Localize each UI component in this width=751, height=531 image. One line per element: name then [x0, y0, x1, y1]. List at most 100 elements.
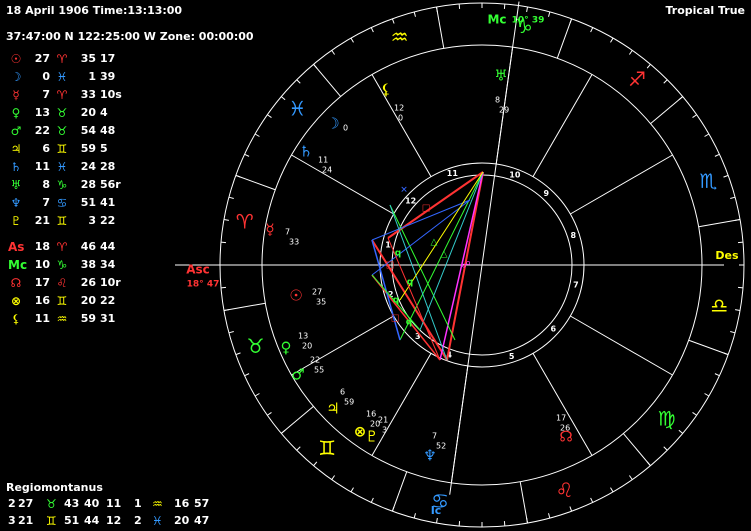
house-number: 5 — [509, 352, 515, 361]
zodiac-sign-glyph: ♍ — [658, 406, 676, 430]
sign-boundary — [698, 219, 741, 228]
degree-tick — [628, 475, 633, 480]
wheel-planet-glyph: ⚸ — [381, 81, 392, 99]
wheel-planet-degree: 7 — [432, 432, 437, 441]
house-cusp-line — [570, 315, 673, 376]
wheel-planet-degree: 11 — [318, 156, 328, 165]
degree-tick — [590, 27, 594, 33]
degree-tick — [610, 37, 614, 43]
wheel-planet-minute: 0 — [398, 114, 403, 123]
zodiac-sign-glyph: ♏ — [699, 169, 717, 193]
degree-tick — [628, 50, 633, 55]
degree-tick — [391, 18, 395, 24]
wheel-planet-glyph: ⊗ — [354, 423, 367, 441]
wheel-planet-degree: 27 — [312, 288, 322, 297]
wheel-planet-minute: 55 — [314, 366, 324, 375]
house-number: 1 — [385, 241, 391, 250]
aspect-glyph: △ — [431, 238, 438, 248]
wheel-planet-degree: 17 — [556, 414, 566, 423]
zodiac-sign-glyph: ♊ — [318, 436, 336, 460]
degree-tick — [331, 475, 336, 480]
house-number: 9 — [543, 189, 549, 198]
wheel-planet-degree: 0 — [343, 124, 348, 133]
wheel-planet-minute: 33 — [289, 238, 299, 247]
degree-tick — [735, 309, 741, 311]
degree-tick — [569, 506, 573, 512]
aspect-glyph: □ — [391, 314, 400, 324]
degree-tick — [244, 373, 250, 377]
wheel-planet-minute: 3 — [382, 426, 387, 435]
aspect-glyph: □ — [386, 261, 395, 271]
house-number: 8 — [571, 231, 577, 240]
wheel-planet-minute: 26 — [560, 424, 570, 433]
aspect-glyph: ✕ — [400, 186, 408, 196]
sign-boundary — [391, 471, 408, 512]
wheel-planet-glyph: ☉ — [289, 287, 302, 305]
aspect-glyph: q — [407, 278, 413, 288]
degree-tick — [413, 513, 416, 519]
degree-tick — [370, 497, 374, 503]
house-number: 10 — [509, 170, 521, 179]
wheel-planet-glyph: ♀ — [281, 339, 292, 357]
wheel-planet-glyph: ♂ — [291, 366, 304, 384]
degree-tick — [350, 37, 354, 43]
zodiac-sign-glyph: ♉ — [247, 334, 265, 358]
degree-tick — [646, 63, 651, 69]
sign-boundary — [623, 433, 651, 467]
wheel-planet-minute: 35 — [316, 298, 326, 307]
wheel-planet-glyph: ♇ — [365, 428, 378, 446]
wheel-planet-minute: 59 — [344, 398, 354, 407]
degree-tick — [313, 461, 318, 467]
degree-tick — [714, 153, 720, 157]
house-cusp-line — [570, 154, 673, 215]
chart-window: 18 April 1906 Time:13:13:00 37:47:00 N 1… — [0, 0, 751, 531]
aspect-glyph: q — [406, 318, 412, 328]
degree-tick — [235, 352, 241, 356]
mc-ic-axis — [449, 1, 520, 495]
horoscope-wheel: ♑♒♓♈♉♊♋ ♌♍♎♏♐1234 56789101112Asc18° 47DesM… — [175, 1, 745, 528]
zodiac-sign-glyph: ♎ — [710, 293, 728, 317]
zodiac-sign-glyph: ♒ — [391, 25, 409, 49]
wheel-planet-degree: 7 — [285, 228, 290, 237]
wheel-planet-glyph: ☽ — [326, 115, 339, 133]
degree-tick — [370, 27, 374, 33]
wheel-planet-minute: 29 — [499, 106, 509, 115]
degree-tick — [692, 114, 697, 119]
degree-tick — [331, 50, 336, 55]
degree-tick — [267, 411, 272, 416]
degree-tick — [678, 429, 684, 434]
zodiac-sign-glyph: ♌ — [555, 478, 573, 502]
degree-tick — [714, 373, 720, 377]
wheel-planet-glyph: ☿ — [265, 221, 274, 239]
wheel-planet-degree: 16 — [366, 410, 376, 419]
house-number: 11 — [447, 169, 459, 178]
degree-tick — [548, 513, 551, 519]
wheel-planet-degree: 8 — [495, 96, 500, 105]
degree-tick — [730, 331, 736, 334]
sign-boundary — [556, 18, 573, 59]
wheel-planet-degree: 22 — [310, 356, 320, 365]
sign-boundary — [688, 339, 729, 356]
degree-tick — [280, 96, 286, 101]
degree-tick — [244, 153, 250, 157]
wheel-planet-degree: 6 — [340, 388, 345, 397]
degree-tick — [296, 79, 301, 84]
house-number: 7 — [573, 280, 579, 289]
wheel-planet-minute: 20 — [302, 342, 312, 351]
sign-boundary — [313, 63, 341, 97]
aspect-glyph: □ — [422, 204, 431, 214]
asc-label: Asc — [186, 263, 210, 277]
degree-tick — [436, 518, 438, 524]
sign-boundary — [235, 174, 276, 191]
degree-tick — [228, 331, 234, 334]
wheel-planet-glyph: ♅ — [494, 67, 507, 85]
degree-tick — [590, 497, 594, 503]
degree-tick — [663, 446, 668, 451]
wheel-planet-glyph: ♃ — [326, 400, 339, 418]
degree-tick — [254, 133, 260, 137]
sign-boundary — [519, 481, 528, 524]
wheel-planet-minute: 52 — [436, 442, 446, 451]
degree-tick — [548, 11, 551, 17]
asc-position: 18° 47 — [187, 280, 220, 290]
degree-tick — [228, 196, 234, 199]
